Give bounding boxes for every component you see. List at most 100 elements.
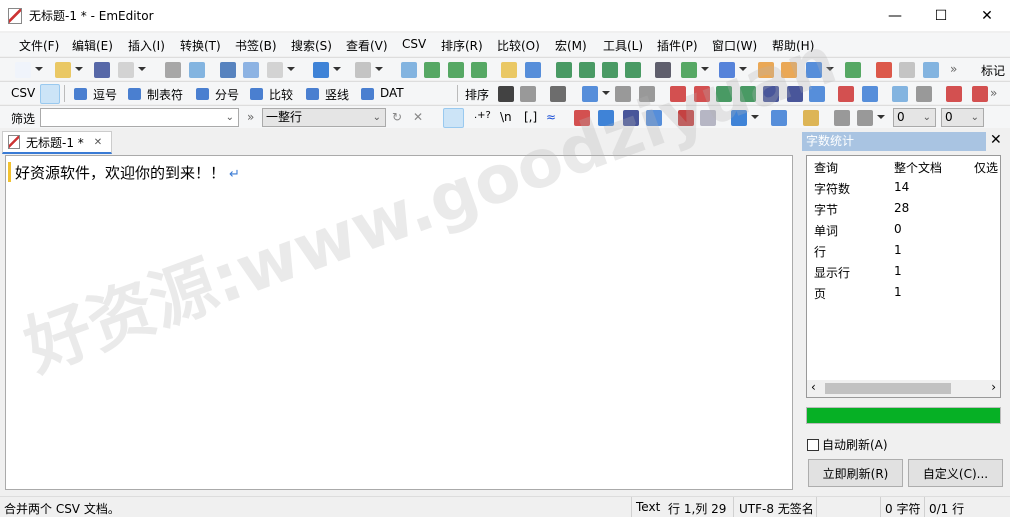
menu-item[interactable]: 查看(V) <box>346 37 388 54</box>
search-icon[interactable] <box>443 108 464 128</box>
pin-icon[interactable] <box>834 110 850 126</box>
csv-mode-button[interactable]: 比较 <box>269 86 293 103</box>
combo-1[interactable]: 0 ⌄ <box>893 108 936 127</box>
menu-item[interactable]: CSV <box>402 37 426 51</box>
case-icon[interactable] <box>574 110 590 126</box>
menu-item[interactable]: 文件(F) <box>19 37 59 54</box>
toolbar-overflow[interactable]: » <box>990 86 997 100</box>
lock-icon[interactable] <box>803 110 819 126</box>
horizontal-scrollbar[interactable]: ‹ › <box>807 380 1000 397</box>
list-icon[interactable] <box>845 62 861 78</box>
new-file-icon[interactable] <box>15 62 31 78</box>
table-edit-icon[interactable] <box>615 86 631 102</box>
sort-09-icon[interactable] <box>716 86 732 102</box>
status-encoding[interactable]: UTF-8 无签名 <box>739 500 814 517</box>
stats-row[interactable]: 字符数 14 <box>807 177 1000 198</box>
sort-lines-desc-icon[interactable] <box>787 86 803 102</box>
csv-mode-button[interactable]: 逗号 <box>93 86 117 103</box>
column-header[interactable]: 整个文档 <box>894 159 942 176</box>
fullscreen-icon[interactable] <box>625 62 641 78</box>
refresh-now-button[interactable]: 立即刷新(R) <box>808 459 903 487</box>
menu-item[interactable]: 帮助(H) <box>772 37 814 54</box>
find-prev-icon[interactable] <box>448 62 464 78</box>
stats-row[interactable]: 字节 28 <box>807 198 1000 219</box>
chevron-down-icon[interactable] <box>826 67 834 71</box>
record-icon[interactable] <box>876 62 892 78</box>
brackets-button[interactable]: [,] <box>524 110 537 124</box>
filter-input[interactable]: ⌄ <box>40 108 239 127</box>
status-mode[interactable]: Text <box>636 500 660 514</box>
regex-button[interactable]: .+? <box>474 110 491 121</box>
spellcheck-icon[interactable] <box>655 62 671 78</box>
sort-90-icon[interactable] <box>740 86 756 102</box>
chevron-down-icon[interactable] <box>877 115 885 119</box>
sort-lines-icon[interactable] <box>763 86 779 102</box>
chevron-down-icon[interactable] <box>375 67 383 71</box>
panel-close-icon[interactable]: ✕ <box>990 132 1002 148</box>
text-editor[interactable]: 好资源软件，欢迎你的到来！！ ↵ <box>5 155 793 490</box>
wrap-page-icon[interactable] <box>602 62 618 78</box>
escape-icon[interactable]: ≈ <box>546 110 556 124</box>
stats-row[interactable]: 显示行 1 <box>807 261 1000 282</box>
grid-icon[interactable] <box>892 86 908 102</box>
wrap-none-icon[interactable] <box>556 62 572 78</box>
print-icon[interactable] <box>165 62 181 78</box>
sort-az-icon[interactable] <box>670 86 686 102</box>
replace-icon[interactable] <box>471 62 487 78</box>
clear-filter-icon[interactable]: ✕ <box>413 110 423 124</box>
menu-item[interactable]: 窗口(W) <box>712 37 757 54</box>
filter-icon[interactable] <box>525 62 541 78</box>
column-header[interactable]: 查询 <box>814 159 838 176</box>
customize-button[interactable]: 自定义(C)... <box>908 459 1003 487</box>
snippets-icon[interactable] <box>719 62 735 78</box>
numbering-icon[interactable] <box>946 86 962 102</box>
wrap-window-icon[interactable] <box>579 62 595 78</box>
bookmark-clear-icon[interactable] <box>700 110 716 126</box>
status-position[interactable]: 行 1,列 29 <box>668 500 726 517</box>
paste-icon[interactable] <box>267 62 283 78</box>
tab-document[interactable]: 无标题-1 * ✕ <box>2 131 112 154</box>
maximize-button[interactable]: ☐ <box>918 0 964 31</box>
csv-mode-icon[interactable] <box>40 84 60 104</box>
chevron-down-icon[interactable] <box>287 67 295 71</box>
open-folder-icon[interactable] <box>55 62 71 78</box>
combo-2[interactable]: 0 ⌄ <box>941 108 984 127</box>
menu-item[interactable]: 插入(I) <box>128 37 165 54</box>
columns-icon[interactable] <box>582 86 598 102</box>
chevron-down-icon[interactable] <box>75 67 83 71</box>
outline-icon[interactable] <box>681 62 697 78</box>
menu-item[interactable]: 宏(M) <box>555 37 587 54</box>
auto-refresh-checkbox[interactable]: 自动刷新(A) <box>807 436 888 453</box>
save-icon[interactable] <box>94 62 110 78</box>
abc-icon[interactable] <box>838 86 854 102</box>
macro-multi-icon[interactable] <box>781 62 797 78</box>
no-icon[interactable] <box>520 86 536 102</box>
csv-mode-button[interactable]: DAT <box>380 86 404 100</box>
plus-icon[interactable] <box>498 86 514 102</box>
csv-mode-button[interactable]: 竖线 <box>325 86 349 103</box>
menu-item[interactable]: 转换(T) <box>180 37 221 54</box>
csv-mode-button[interactable]: 分号 <box>215 86 239 103</box>
chevron-down-icon[interactable] <box>701 67 709 71</box>
stats-row[interactable]: 行1 <box>807 240 1000 261</box>
copy-icon[interactable] <box>243 62 259 78</box>
print-preview-icon[interactable] <box>189 62 205 78</box>
ruler-icon[interactable] <box>862 86 878 102</box>
minimize-button[interactable]: — <box>872 0 918 31</box>
magic-icon[interactable] <box>550 86 566 102</box>
toolbar-overflow[interactable]: » <box>247 110 254 124</box>
word-icon[interactable] <box>598 110 614 126</box>
menu-item[interactable]: 工具(L) <box>603 37 643 54</box>
csv-mode-button[interactable]: 制表符 <box>147 86 183 103</box>
menu-item[interactable]: 搜索(S) <box>291 37 332 54</box>
play-icon[interactable] <box>899 62 915 78</box>
chevron-down-icon[interactable] <box>138 67 146 71</box>
column-move-icon[interactable] <box>916 86 932 102</box>
tab-close-icon[interactable]: ✕ <box>94 137 102 148</box>
number-ruler-icon[interactable] <box>972 86 988 102</box>
paste-format-icon[interactable] <box>857 110 873 126</box>
filter-box-icon[interactable] <box>771 110 787 126</box>
undo-icon[interactable] <box>313 62 329 78</box>
menu-item[interactable]: 插件(P) <box>657 37 698 54</box>
table-icon[interactable] <box>639 86 655 102</box>
